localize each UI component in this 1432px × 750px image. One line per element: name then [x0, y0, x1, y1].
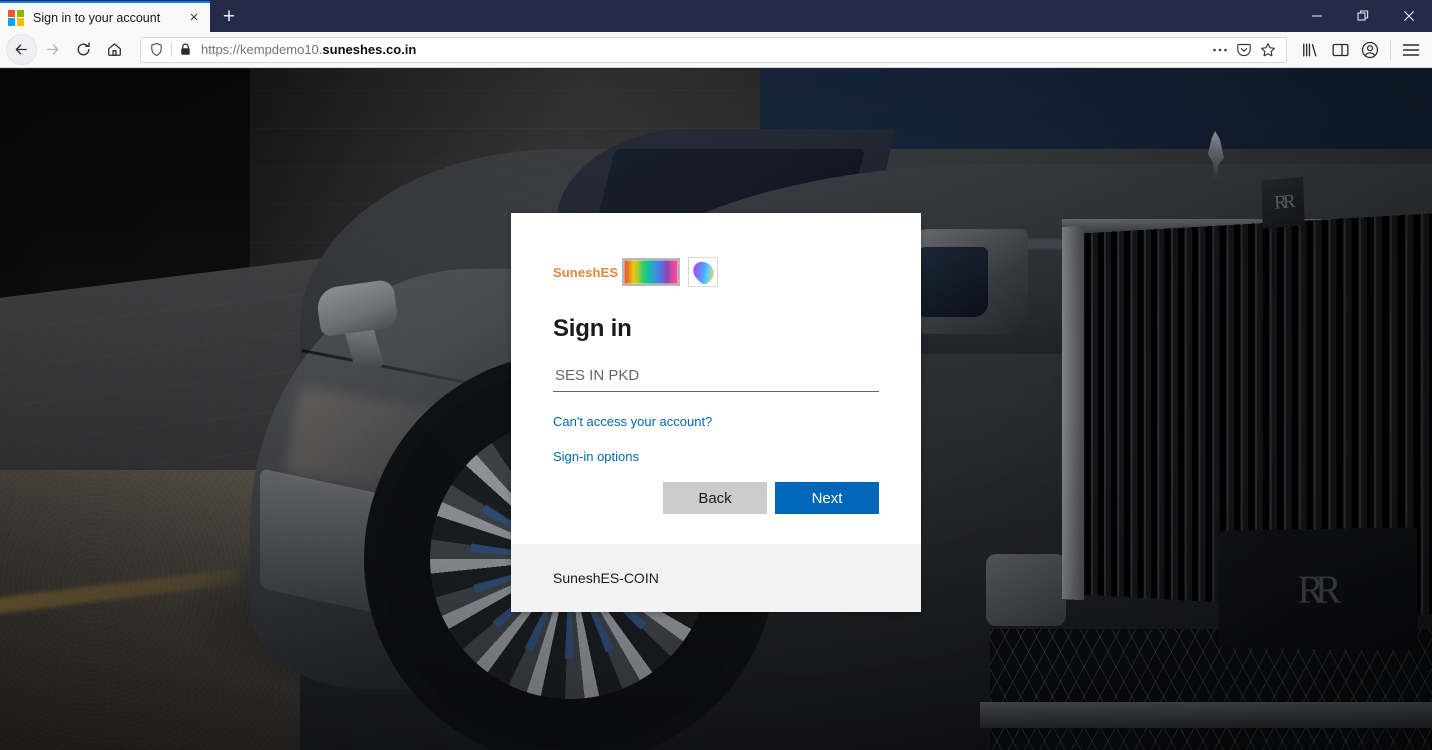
signin-options-link[interactable]: Sign-in options — [553, 449, 879, 464]
back-arrow-icon[interactable] — [6, 34, 37, 65]
signin-card: SuneshES Sign in Can't access your accou… — [511, 213, 921, 612]
tab-strip: Sign in to your account × + — [0, 0, 248, 32]
back-button[interactable]: Back — [663, 482, 767, 514]
footer-text: SuneshES-COIN — [553, 570, 659, 586]
url-domain: suneshes.co.in — [322, 42, 416, 57]
color-teardrop-pin-icon — [688, 257, 718, 287]
signin-actions: Back Next — [553, 482, 879, 514]
new-tab-button[interactable]: + — [210, 1, 248, 32]
title-bar: Sign in to your account × + — [0, 0, 1432, 32]
home-icon[interactable] — [99, 34, 130, 65]
url-bar[interactable]: https://kempdemo10.suneshes.co.in — [140, 37, 1287, 63]
account-input[interactable] — [553, 361, 879, 392]
toolbar-separator — [1390, 40, 1391, 60]
url-text[interactable]: https://kempdemo10.suneshes.co.in — [201, 42, 1208, 57]
sidebar-icon[interactable] — [1325, 35, 1355, 65]
urlbar-actions — [1208, 39, 1280, 61]
signin-card-footer: SuneshES-COIN — [511, 544, 921, 612]
signin-card-body: SuneshES Sign in Can't access your accou… — [511, 213, 921, 544]
tab-title: Sign in to your account — [33, 11, 184, 25]
library-icon[interactable] — [1295, 35, 1325, 65]
cant-access-account-link[interactable]: Can't access your account? — [553, 414, 879, 429]
hamburger-menu-icon[interactable] — [1396, 35, 1426, 65]
browser-window: Sign in to your account × + — [0, 0, 1432, 750]
toolbar-icons — [1295, 35, 1426, 65]
brand-name: SuneshES — [553, 265, 618, 280]
navigation-toolbar: https://kempdemo10.suneshes.co.in — [0, 32, 1432, 68]
forward-arrow-icon — [37, 34, 68, 65]
next-button[interactable]: Next — [775, 482, 879, 514]
star-icon[interactable] — [1256, 39, 1280, 61]
window-controls — [1294, 0, 1432, 32]
close-icon[interactable] — [1386, 0, 1432, 32]
page-title: Sign in — [553, 315, 879, 343]
microsoft-logo-icon — [8, 10, 24, 26]
minimize-icon[interactable] — [1294, 0, 1340, 32]
ellipsis-icon[interactable] — [1208, 39, 1232, 61]
page-viewport: RR RR RR Continental SuneshES — [0, 69, 1432, 750]
pocket-icon[interactable] — [1232, 39, 1256, 61]
shield-icon[interactable] — [149, 42, 164, 57]
browser-tab-active[interactable]: Sign in to your account × — [0, 1, 210, 32]
restore-icon[interactable] — [1340, 0, 1386, 32]
reload-icon[interactable] — [68, 34, 99, 65]
account-icon[interactable] — [1355, 35, 1385, 65]
rainbow-gradient-logo — [622, 258, 680, 286]
urlbar-divider — [171, 42, 172, 57]
close-icon[interactable]: × — [184, 8, 204, 28]
brand-logo: SuneshES — [553, 257, 879, 287]
padlock-icon[interactable] — [179, 43, 192, 56]
url-prefix: https://kempdemo10. — [201, 42, 322, 57]
